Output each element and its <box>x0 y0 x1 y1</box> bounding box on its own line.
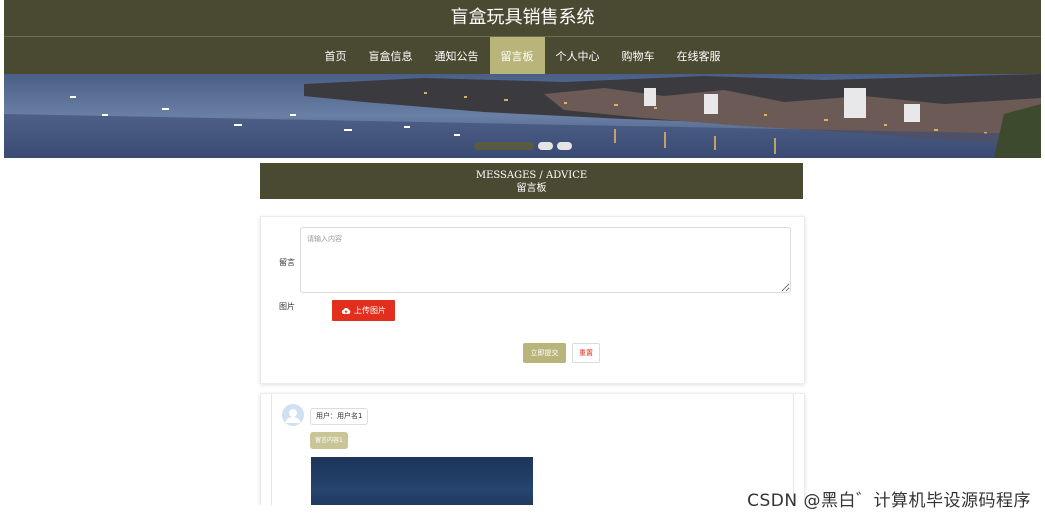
nav-item-personal-center[interactable]: 个人中心 <box>545 37 611 74</box>
carousel-dot-2[interactable] <box>537 142 553 150</box>
upload-image-label: 上传图片 <box>354 306 386 315</box>
main-nav: 首页 盲盒信息 通知公告 留言板 个人中心 购物车 在线客服 <box>4 36 1041 74</box>
message-list: 用户：用户名1 留言内容1 <box>260 393 805 505</box>
message-content: 留言内容1 <box>310 432 348 449</box>
reset-button[interactable]: 重置 <box>572 343 600 363</box>
cloud-upload-icon <box>341 307 351 314</box>
message-form: 留言 图片 上传图片 立即提交 重置 <box>260 216 805 384</box>
nav-item-message-board[interactable]: 留言板 <box>489 37 545 74</box>
section-header: MESSAGES / ADVICE 留言板 <box>260 163 803 199</box>
section-title-zh: 留言板 <box>516 183 547 194</box>
carousel-dot-1[interactable] <box>473 142 534 150</box>
nav-item-cart[interactable]: 购物车 <box>611 37 666 74</box>
banner-carousel[interactable] <box>4 74 1041 158</box>
message-user: 用户：用户名1 <box>310 408 369 425</box>
avatar <box>282 404 304 426</box>
user-avatar-icon <box>282 404 304 426</box>
site-title: 盲盒玩具销售系统 <box>4 0 1041 36</box>
page-frame: 盲盒玩具销售系统 首页 盲盒信息 通知公告 留言板 个人中心 购物车 在线客服 <box>4 0 1041 505</box>
image-label: 图片 <box>279 302 295 311</box>
carousel-dot-3[interactable] <box>556 142 572 150</box>
watermark: CSDN @黑白゛计算机毕设源码程序 <box>747 491 1031 511</box>
nav-item-notices[interactable]: 通知公告 <box>424 37 490 74</box>
nav-item-blind-box-info[interactable]: 盲盒信息 <box>358 37 424 74</box>
message-input[interactable] <box>300 227 791 293</box>
carousel-indicators <box>473 142 572 150</box>
message-image <box>311 457 533 505</box>
message-label: 留言 <box>279 258 295 267</box>
section-title-en: MESSAGES / ADVICE <box>475 170 588 181</box>
nav-item-online-service[interactable]: 在线客服 <box>666 37 732 74</box>
upload-image-button[interactable]: 上传图片 <box>332 300 395 321</box>
list-item: 用户：用户名1 留言内容1 <box>271 394 794 505</box>
submit-button[interactable]: 立即提交 <box>523 343 566 363</box>
nav-item-home[interactable]: 首页 <box>314 37 358 74</box>
